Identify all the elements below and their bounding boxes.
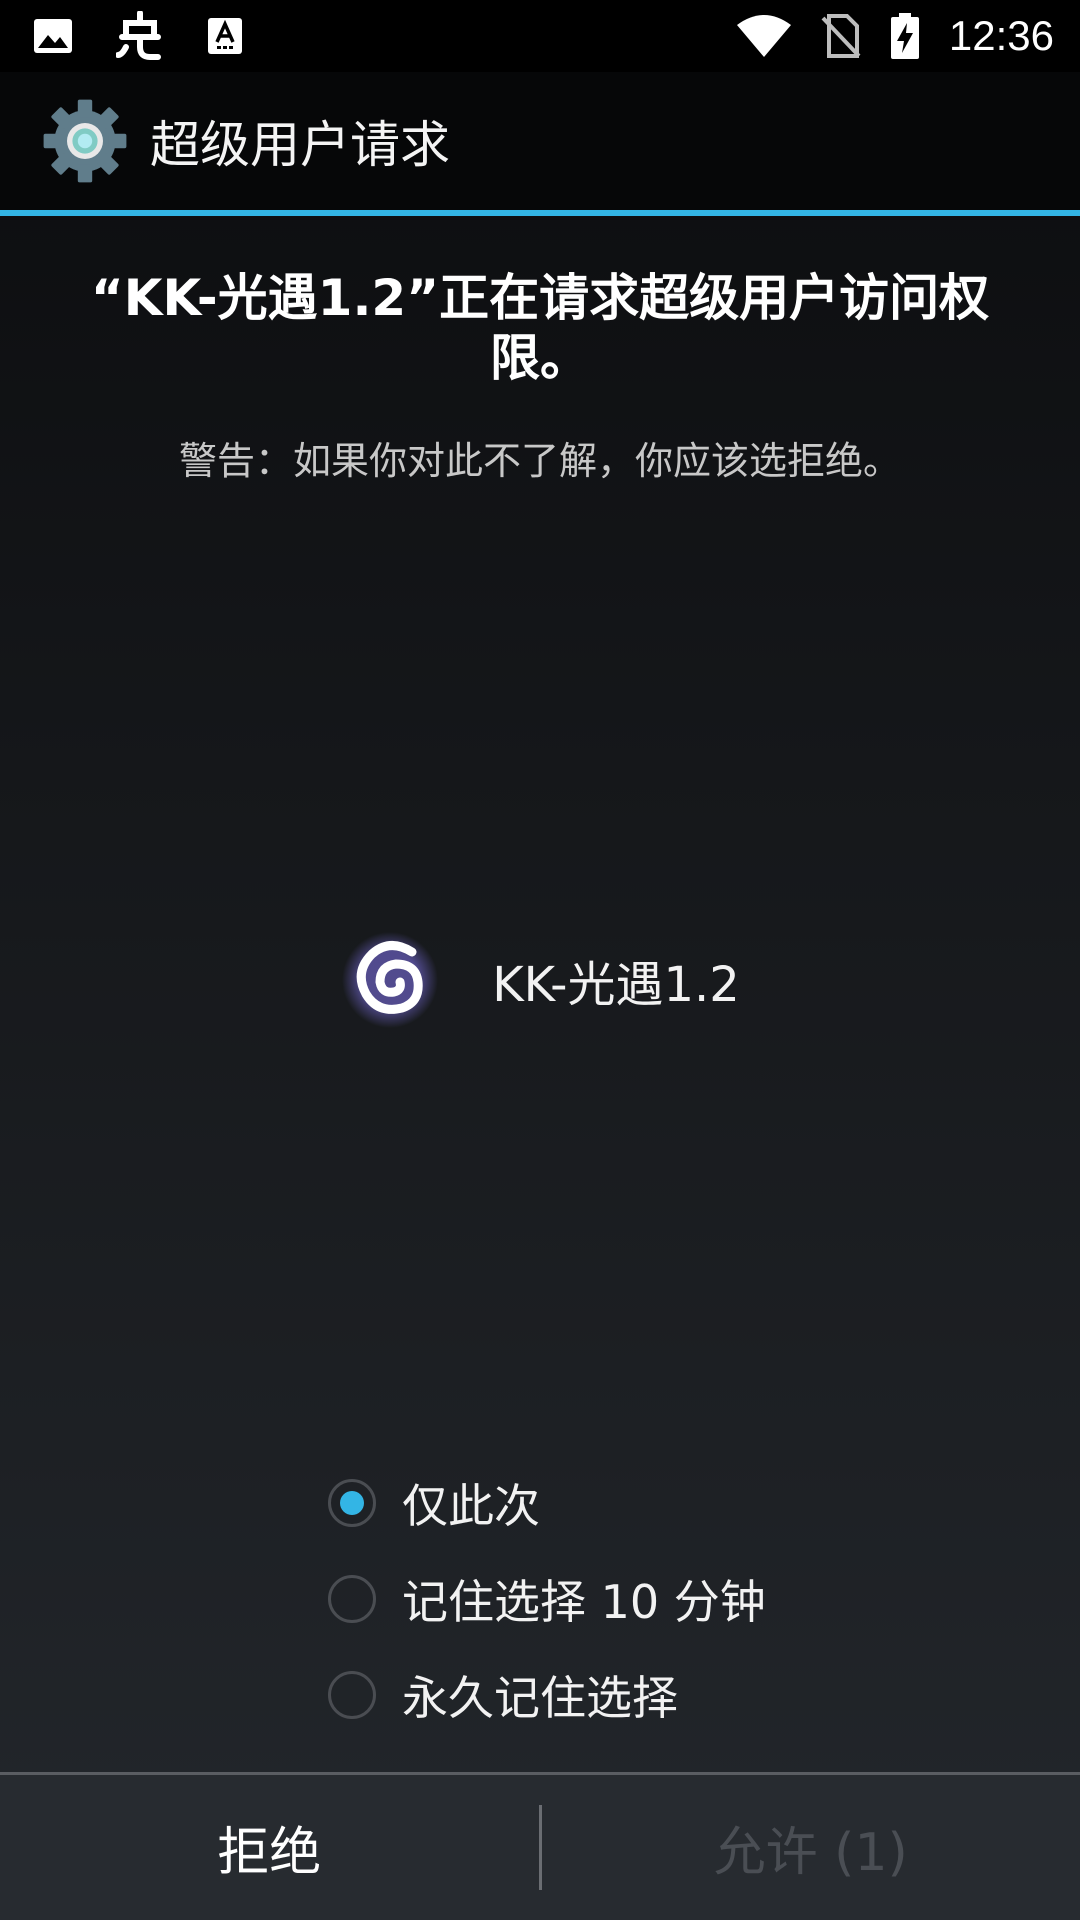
keyboard-a-icon	[208, 18, 242, 54]
radio-remember-10-min[interactable]	[328, 1575, 376, 1623]
app-title: 超级用户请求	[150, 116, 450, 174]
allow-button[interactable]: 允许 (1)	[542, 1775, 1080, 1920]
option-label: 永久记住选择	[402, 1671, 678, 1725]
request-title: “KK-光遇1.2”正在请求超级用户访问权限。	[90, 269, 990, 387]
battery-charging-icon	[890, 13, 919, 59]
option-label: 仅此次	[402, 1479, 540, 1533]
status-bar: 12:36	[0, 0, 1080, 72]
app-bar-accent-line	[0, 210, 1080, 216]
no-sim-icon	[821, 14, 861, 58]
wifi-icon	[736, 15, 791, 57]
app-name: KK-光遇1.2	[492, 957, 740, 1013]
remember-options: 仅此次 记住选择 10 分钟 永久记住选择	[328, 1455, 1028, 1743]
gear-icon	[43, 99, 127, 183]
radio-once[interactable]	[328, 1479, 376, 1527]
button-bar: 拒绝 允许 (1)	[0, 1775, 1080, 1920]
option-once[interactable]: 仅此次	[328, 1455, 1028, 1551]
status-time: 12:36	[948, 12, 1054, 59]
image-icon	[34, 19, 72, 53]
spiral-icon	[342, 932, 439, 1028]
deny-button[interactable]: 拒绝	[0, 1775, 539, 1920]
warning-text: 警告：如果你对此不了解，你应该选拒绝。	[178, 439, 901, 483]
option-remember-forever[interactable]: 永久记住选择	[328, 1647, 1028, 1743]
screen: 12:36 超级用户请求 “KK-光遇1.2”正在请求超级用户访问权限。 警告：…	[0, 0, 1080, 1920]
option-remember-10-min[interactable]: 记住选择 10 分钟	[328, 1551, 1028, 1647]
bug-icon	[116, 11, 161, 60]
app-bar: 超级用户请求	[0, 72, 1080, 210]
requesting-app: KK-光遇1.2	[0, 920, 1080, 1040]
radio-remember-forever[interactable]	[328, 1671, 376, 1719]
option-label: 记住选择 10 分钟	[402, 1575, 766, 1629]
